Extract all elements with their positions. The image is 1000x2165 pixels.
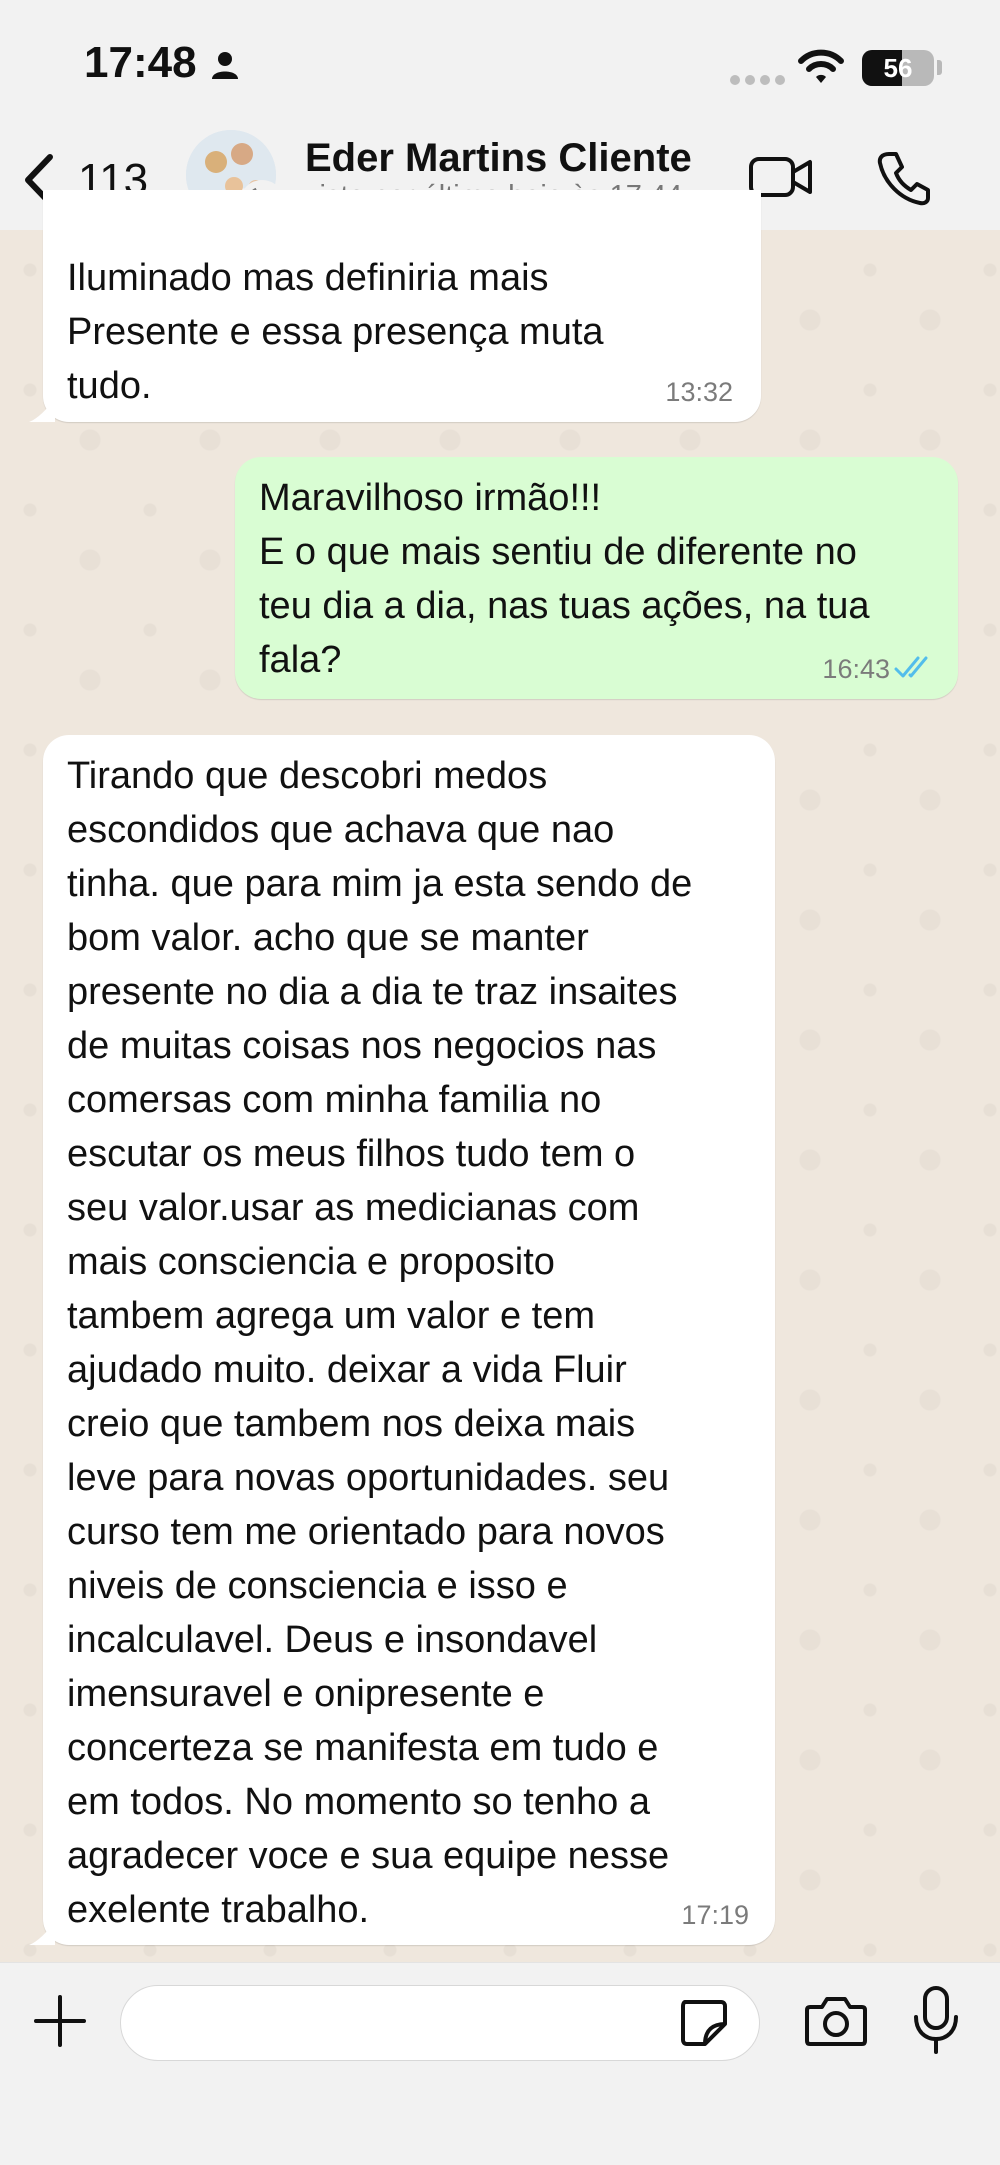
- status-time: 17:48: [84, 38, 197, 87]
- wifi-icon: [798, 49, 844, 83]
- message-bubble-incoming[interactable]: Tirando que descobri medos escondidos qu…: [29, 735, 775, 1945]
- phone-icon[interactable]: [876, 150, 930, 206]
- camera-icon[interactable]: [804, 1993, 868, 2049]
- message-time: 17:19: [681, 1900, 749, 1930]
- plus-icon[interactable]: [30, 1991, 90, 2051]
- battery-icon: 56: [862, 50, 934, 86]
- message-time: 16:43: [822, 654, 890, 684]
- battery-percent: 56: [883, 53, 913, 83]
- message-bubble-outgoing[interactable]: Maravilhoso irmão!!! E o que mais sentiu…: [235, 457, 958, 699]
- message-text: Tirando que descobri medos escondidos qu…: [67, 755, 693, 1931]
- bubble-tail: [29, 400, 55, 422]
- status-bar: 17:48 56: [0, 0, 1000, 130]
- person-icon: [212, 52, 238, 79]
- message-text: Iluminado mas definiria mais Presente e …: [67, 257, 604, 407]
- bubble-tail: [29, 1923, 55, 1945]
- home-indicator: [360, 2141, 640, 2151]
- battery-nub: [937, 60, 942, 75]
- message-bubble-incoming[interactable]: Iluminado mas definiria mais Presente e …: [29, 190, 761, 422]
- contact-name[interactable]: Eder Martins Cliente: [305, 136, 692, 181]
- message-input[interactable]: [145, 1986, 689, 2062]
- read-receipt-icon: [894, 656, 928, 678]
- sticker-icon[interactable]: [675, 1994, 731, 2050]
- composer-bar: [0, 1962, 1000, 2165]
- signal-icon: [730, 72, 790, 90]
- microphone-icon[interactable]: [910, 1985, 962, 2055]
- message-input-container[interactable]: [120, 1985, 760, 2062]
- message-time: 13:32: [665, 377, 733, 407]
